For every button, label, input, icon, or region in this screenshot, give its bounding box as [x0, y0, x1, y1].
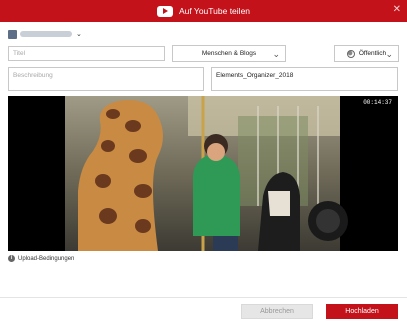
window-title: Auf YouTube teilen: [178, 6, 251, 16]
chevron-down-icon: ⌄: [385, 49, 393, 59]
chevron-down-icon: ⌄: [76, 31, 82, 38]
title-bar: Auf YouTube teilen ✕: [0, 0, 407, 22]
upload-terms-link[interactable]: i Upload-Bedingungen: [8, 255, 74, 262]
account-name-redacted: [20, 31, 72, 37]
video-frame-image: [65, 96, 348, 251]
description-input[interactable]: Beschreibung: [8, 67, 204, 91]
upload-terms-label: Upload-Bedingungen: [18, 255, 75, 262]
category-select[interactable]: Menschen & Blogs ⌄: [172, 45, 286, 62]
upload-button[interactable]: Hochladen: [326, 304, 398, 319]
tags-input[interactable]: Elements_Organizer_2018: [211, 67, 398, 91]
close-icon[interactable]: ✕: [393, 4, 401, 15]
cancel-button[interactable]: Abbrechen: [241, 304, 313, 319]
info-icon: i: [8, 255, 15, 262]
category-value: Menschen & Blogs: [201, 50, 257, 57]
video-duration: 00:14:37: [363, 99, 392, 106]
video-preview[interactable]: 00:14:37: [8, 96, 398, 251]
footer-divider: [0, 297, 407, 298]
title-input[interactable]: Titel: [8, 46, 165, 61]
globe-icon: [346, 49, 355, 58]
privacy-select[interactable]: Öffentlich ⌄: [334, 45, 399, 62]
chevron-down-icon: ⌄: [272, 49, 280, 59]
account-selector[interactable]: ⌄: [8, 28, 82, 40]
privacy-value: Öffentlich: [358, 50, 387, 57]
account-avatar: [8, 29, 17, 39]
youtube-logo-icon: [156, 5, 173, 17]
